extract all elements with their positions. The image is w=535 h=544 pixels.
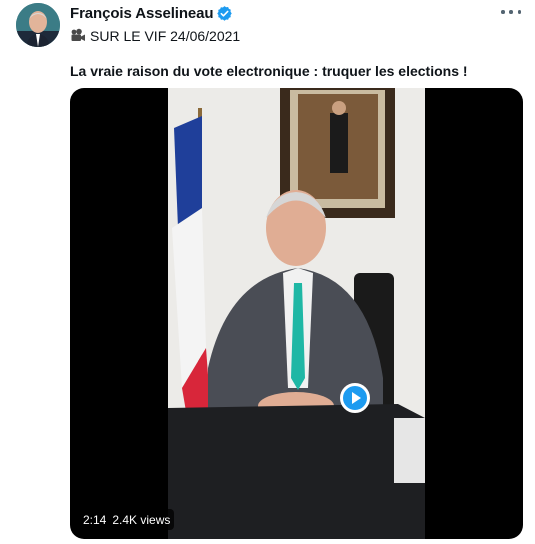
more-dot bbox=[509, 10, 513, 14]
play-button[interactable] bbox=[340, 383, 370, 413]
movie-camera-icon bbox=[70, 28, 86, 44]
post-subline: SUR LE VIF 24/06/2021 bbox=[70, 27, 495, 45]
post-subline-text: SUR LE VIF 24/06/2021 bbox=[90, 28, 241, 44]
tweet-card: François Asselineau SUR LE VIF 24/06/202… bbox=[0, 0, 535, 544]
video-views: 2.4K views bbox=[112, 512, 171, 527]
more-dot bbox=[501, 10, 505, 14]
tweet-text: La vraie raison du vote electronique : t… bbox=[70, 63, 468, 79]
play-icon bbox=[352, 392, 361, 404]
avatar-portrait bbox=[16, 3, 60, 47]
video-duration: 2:14 bbox=[83, 512, 107, 527]
author-avatar[interactable] bbox=[16, 3, 60, 47]
verified-badge-icon bbox=[216, 5, 233, 22]
video-meta-badge: 2:14 2.4K views bbox=[79, 509, 175, 530]
author-row: François Asselineau bbox=[70, 4, 495, 22]
more-dot bbox=[517, 10, 521, 14]
tweet-header: François Asselineau SUR LE VIF 24/06/202… bbox=[70, 4, 495, 45]
video-player[interactable] bbox=[70, 88, 523, 539]
video-thumbnail bbox=[168, 88, 425, 539]
more-options-icon[interactable] bbox=[501, 6, 521, 18]
author-name[interactable]: François Asselineau bbox=[70, 5, 214, 22]
video-scene-image bbox=[168, 88, 425, 539]
